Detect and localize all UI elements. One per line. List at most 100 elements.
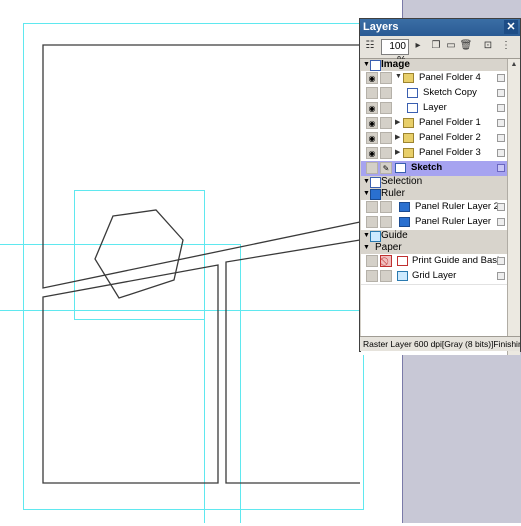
- status-bar: Raster Layer 600 dpi[Gray (8 bits)]Finis…: [360, 336, 520, 351]
- collapsed-arrow-icon[interactable]: ▶: [395, 148, 400, 156]
- raster-layer-icon: [395, 163, 406, 173]
- ruler-layer-icon: [399, 202, 410, 212]
- lock-icon[interactable]: ⊡: [481, 39, 495, 53]
- layer-row[interactable]: ◉ ▶ Panel Folder 3: [361, 146, 507, 162]
- palette-toolbar: ☷ 100 % ▸ ❐ ▭ 🗑 ⊡ ⋮: [360, 36, 520, 66]
- panel-top: [42, 44, 361, 289]
- layer-settings-icon[interactable]: [497, 134, 505, 142]
- layer-settings-icon[interactable]: [497, 119, 505, 127]
- layer-row[interactable]: ◉ Layer: [361, 101, 507, 117]
- lock-toggle[interactable]: [380, 132, 392, 144]
- ruler-layer-icon: [399, 217, 410, 227]
- layer-properties-icon[interactable]: ☷: [363, 39, 377, 53]
- grid-layer-icon: [397, 271, 408, 281]
- lock-toggle[interactable]: [380, 87, 392, 99]
- layer-settings-icon[interactable]: [497, 74, 505, 82]
- group-label: Selection: [381, 176, 423, 187]
- layer-settings-icon[interactable]: [497, 104, 505, 112]
- layer-name: Sketch: [411, 162, 443, 173]
- group-selection[interactable]: ▼ Selection: [361, 176, 507, 188]
- layer-row[interactable]: ◉ ▶ Panel Folder 2: [361, 131, 507, 147]
- group-ruler[interactable]: ▼ Ruler: [361, 188, 507, 200]
- layer-name: Layer: [423, 102, 447, 113]
- close-icon[interactable]: ✕: [504, 20, 518, 34]
- layer-list-scrollbar[interactable]: ▲ ▼: [507, 59, 520, 355]
- no-print-icon[interactable]: ⃠: [380, 255, 392, 267]
- lock-toggle[interactable]: [380, 102, 392, 114]
- layer-name: Panel Folder 4: [419, 72, 481, 83]
- layer-name: Panel Folder 2: [419, 132, 481, 143]
- eye-icon[interactable]: ◉: [366, 102, 378, 114]
- layer-name: Panel Ruler Layer: [415, 216, 492, 227]
- layer-settings-icon[interactable]: [497, 164, 505, 172]
- layer-row[interactable]: ◉ ▼ Panel Folder 4: [361, 71, 507, 87]
- group-label: Guide: [381, 230, 408, 241]
- image-group-icon: [370, 60, 381, 71]
- guide-group-icon: [370, 231, 381, 242]
- opacity-arrow-icon[interactable]: ▸: [411, 39, 425, 53]
- delete-layer-icon[interactable]: 🗑: [459, 39, 473, 53]
- folder-icon: [403, 133, 414, 143]
- group-paper[interactable]: ▼ Paper: [361, 242, 507, 254]
- lock-toggle[interactable]: [380, 216, 392, 228]
- group-guide[interactable]: ▼ Guide: [361, 230, 507, 242]
- collapsed-arrow-icon[interactable]: ▶: [395, 133, 400, 141]
- collapsed-arrow-icon[interactable]: ▶: [395, 118, 400, 126]
- group-image[interactable]: ▼ Image: [361, 59, 507, 71]
- layer-row[interactable]: ⃠ Print Guide and Basic Fr...: [361, 254, 507, 270]
- pen-icon[interactable]: ✎: [380, 162, 392, 174]
- group-collapse-icon[interactable]: ▼: [363, 176, 370, 188]
- layer-settings-icon[interactable]: [497, 203, 505, 211]
- new-layer-icon[interactable]: ❐: [429, 39, 443, 53]
- layer-settings-icon[interactable]: [497, 257, 505, 265]
- eye-toggle-hidden[interactable]: [366, 255, 378, 267]
- group-collapse-icon[interactable]: ▼: [363, 59, 370, 71]
- lock-toggle[interactable]: [380, 201, 392, 213]
- palette-titlebar[interactable]: Layers ✕: [360, 19, 520, 36]
- layer-list[interactable]: ▼ Image ◉ ▼ Panel Folder 4 Sketch Copy ◉…: [361, 59, 507, 355]
- layer-settings-icon[interactable]: [497, 149, 505, 157]
- eye-toggle-hidden[interactable]: [366, 270, 378, 282]
- folder-icon: [403, 148, 414, 158]
- group-label: Ruler: [381, 188, 405, 199]
- folder-icon: [403, 73, 414, 83]
- layer-row[interactable]: ◉ ▶ Panel Folder 1: [361, 116, 507, 132]
- print-guide-icon: [397, 256, 408, 266]
- layer-row[interactable]: Panel Ruler Layer 2: [361, 200, 507, 216]
- eye-toggle-hidden[interactable]: [366, 216, 378, 228]
- group-collapse-icon[interactable]: ▼: [363, 230, 370, 242]
- layer-row[interactable]: Sketch Copy: [361, 86, 507, 102]
- eye-icon[interactable]: ◉: [366, 147, 378, 159]
- group-collapse-icon[interactable]: ▼: [363, 242, 370, 254]
- selection-group-icon: [370, 177, 381, 188]
- expanded-arrow-icon[interactable]: ▼: [395, 73, 402, 80]
- layer-row[interactable]: Grid Layer: [361, 269, 507, 285]
- scroll-up-icon[interactable]: ▲: [508, 61, 520, 68]
- panel-bottom-right: [225, 239, 361, 484]
- eye-toggle-hidden[interactable]: [366, 201, 378, 213]
- layers-palette[interactable]: Layers ✕ ☷ 100 % ▸ ❐ ▭ 🗑 ⊡ ⋮ ▼ Image ◉ ▼…: [359, 18, 521, 355]
- panel-bottom-left: [42, 264, 219, 484]
- eye-icon[interactable]: ◉: [366, 117, 378, 129]
- lock-toggle[interactable]: [380, 72, 392, 84]
- eye-toggle-hidden[interactable]: [366, 162, 378, 174]
- layer-row-selected[interactable]: ✎ Sketch: [361, 161, 507, 177]
- layer-row[interactable]: Panel Ruler Layer: [361, 215, 507, 231]
- layer-settings-icon[interactable]: [497, 218, 505, 226]
- eye-icon[interactable]: ◉: [366, 72, 378, 84]
- group-collapse-icon[interactable]: ▼: [363, 188, 370, 200]
- layer-settings-icon[interactable]: [497, 272, 505, 280]
- opacity-field[interactable]: 100 %: [381, 39, 409, 66]
- lock-toggle[interactable]: [380, 117, 392, 129]
- eye-icon[interactable]: ◉: [366, 132, 378, 144]
- eye-toggle-hidden[interactable]: [366, 87, 378, 99]
- group-label: Image: [381, 59, 410, 70]
- palette-menu-icon[interactable]: ⋮: [499, 39, 513, 53]
- drawing-canvas[interactable]: [0, 0, 402, 523]
- ruler-group-icon: [370, 189, 381, 200]
- lock-toggle[interactable]: [380, 147, 392, 159]
- new-folder-icon[interactable]: ▭: [444, 39, 458, 53]
- layer-settings-icon[interactable]: [497, 89, 505, 97]
- layer-name: Print Guide and Basic Fr...: [412, 255, 507, 266]
- lock-toggle[interactable]: [380, 270, 392, 282]
